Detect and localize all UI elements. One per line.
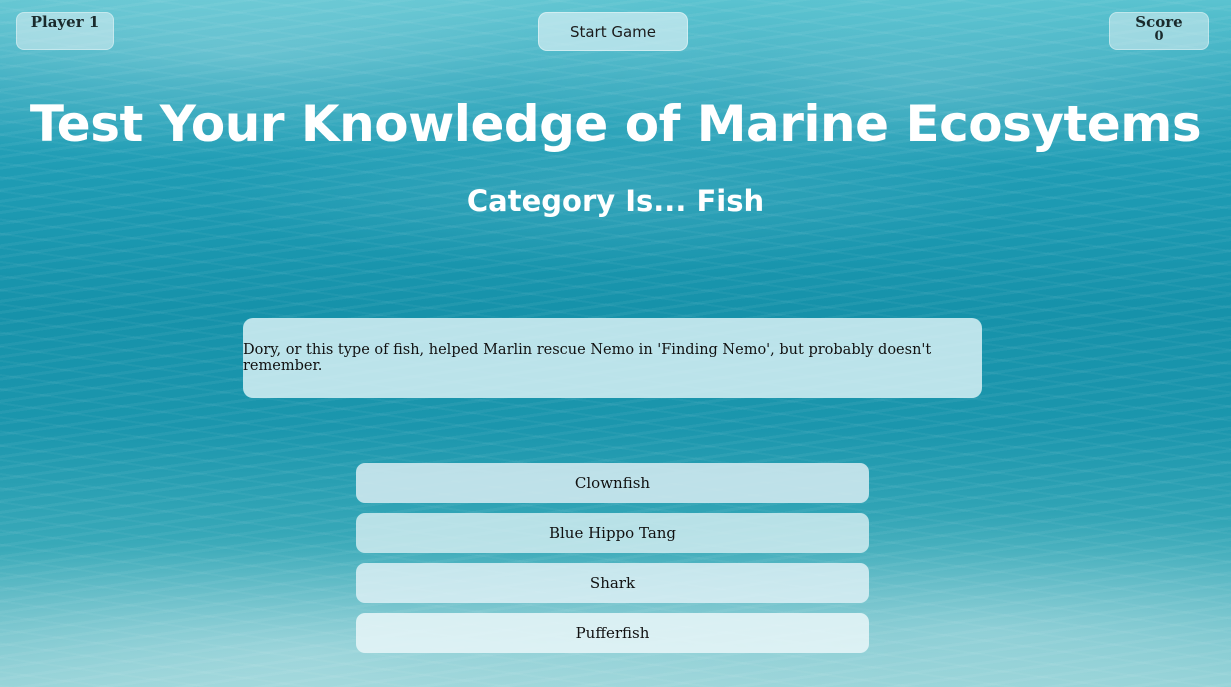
answer-list: Clownfish Blue Hippo Tang Shark Pufferfi… bbox=[356, 463, 869, 663]
answer-button-clownfish[interactable]: Clownfish bbox=[356, 463, 869, 503]
question-text: Dory, or this type of fish, helped Marli… bbox=[243, 342, 932, 374]
player-label: Player 1 bbox=[30, 13, 100, 31]
page-title: Test Your Knowledge of Marine Ecosytems bbox=[29, 95, 1202, 153]
score-value: 0 bbox=[1154, 29, 1164, 44]
start-game-button[interactable]: Start Game bbox=[538, 12, 688, 51]
question-card: Dory, or this type of fish, helped Marli… bbox=[243, 318, 982, 398]
category-heading: Category Is... Fish bbox=[466, 184, 765, 218]
answer-button-pufferfish[interactable]: Pufferfish bbox=[356, 613, 869, 653]
player-indicator: Player 1 bbox=[16, 12, 114, 50]
score-panel: Score 0 bbox=[1109, 12, 1209, 50]
answer-button-blue-hippo-tang[interactable]: Blue Hippo Tang bbox=[356, 513, 869, 553]
answer-button-shark[interactable]: Shark bbox=[356, 563, 869, 603]
